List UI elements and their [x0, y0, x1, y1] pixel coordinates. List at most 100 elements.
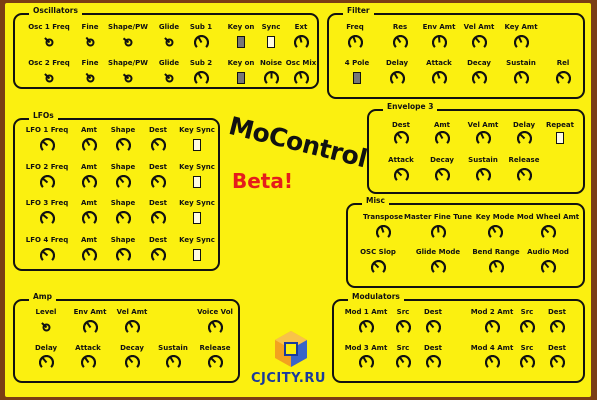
lfo1-dest-knob[interactable]: [150, 138, 166, 153]
filter-decay-3-knob[interactable]: [471, 71, 487, 86]
misc-transpose-0-label: Transpose: [362, 213, 404, 221]
amp-level-0-knob[interactable]: [39, 320, 54, 335]
filter-vel-amt-3-knob[interactable]: [471, 35, 487, 50]
osc-key-on-5-toggle[interactable]: [237, 72, 245, 84]
filter-res-1-knob[interactable]: [392, 35, 408, 50]
mod-mod-1-amt-0-label: Mod 1 Amt: [344, 308, 388, 316]
amp-release-4-knob[interactable]: [207, 355, 223, 370]
amp-vel-amt-2-knob[interactable]: [124, 320, 140, 335]
mod-dest-5-knob[interactable]: [549, 320, 565, 335]
mod-dest-5-knob[interactable]: [549, 355, 565, 370]
amp-env-amt-1-knob[interactable]: [82, 320, 98, 335]
osc-osc-mix-7-label: Osc Mix: [285, 59, 317, 67]
osc-glide-3-knob[interactable]: [162, 71, 177, 86]
env3-sustain-2-knob[interactable]: [475, 168, 491, 183]
lfo4-lfo-4-freq-knob[interactable]: [39, 247, 55, 263]
amp-delay-0-knob[interactable]: [38, 355, 54, 370]
lfo4-dest-knob[interactable]: [150, 247, 166, 263]
mod-mod-4-amt-3-knob[interactable]: [484, 355, 500, 370]
mod-src-1-knob[interactable]: [395, 320, 411, 335]
osc-glide-3-knob[interactable]: [162, 35, 177, 50]
osc-osc-mix-7-knob[interactable]: [293, 71, 309, 86]
osc-osc-2-freq-0-knob[interactable]: [42, 71, 57, 86]
lfo2-key-sync-toggle[interactable]: [193, 175, 201, 188]
env3-attack-0-knob[interactable]: [393, 168, 409, 183]
env3-amt-1-knob[interactable]: [434, 131, 450, 146]
env3-dest-0-knob[interactable]: [393, 131, 409, 146]
mod-dest-2-knob[interactable]: [425, 355, 441, 370]
misc-osc-slop-0-knob[interactable]: [370, 260, 386, 275]
amp-decay-2-knob[interactable]: [124, 355, 140, 370]
osc-key-on-5-toggle[interactable]: [237, 36, 245, 48]
osc-shape-pw-2-knob[interactable]: [121, 35, 136, 50]
osc-osc-1-freq-0-knob[interactable]: [42, 35, 57, 50]
lfo2-dest-knob[interactable]: [150, 174, 166, 190]
osc-fine-1-knob[interactable]: [83, 71, 98, 86]
osc-noise-6-knob[interactable]: [263, 71, 279, 86]
osc-sub-1-4-knob[interactable]: [193, 35, 209, 50]
lfo1-shape-knob[interactable]: [115, 138, 131, 153]
filter-env-amt-2-knob[interactable]: [431, 35, 447, 50]
lfo2-amt-knob[interactable]: [81, 174, 97, 190]
misc-transpose-0-knob[interactable]: [375, 225, 391, 240]
misc-glide-mode-1-knob[interactable]: [430, 260, 446, 275]
lfo2-lfo-2-freq-knob[interactable]: [39, 174, 55, 190]
osc-sync-6-toggle[interactable]: [267, 36, 275, 48]
lfo1-key-sync-toggle[interactable]: [193, 139, 201, 151]
lfo1-amt-knob[interactable]: [81, 138, 97, 153]
lfo4-shape-knob[interactable]: [115, 247, 131, 263]
lfo3-lfo-3-freq-knob[interactable]: [39, 211, 55, 226]
amp-env-amt-1-label: Env Amt: [73, 308, 107, 316]
misc-master-fine-tune-1-knob[interactable]: [430, 225, 446, 240]
lfo4-key-sync-toggle[interactable]: [193, 248, 201, 261]
lfo3-shape-knob[interactable]: [115, 211, 131, 226]
osc-glide-3-label: Glide: [158, 23, 180, 31]
osc-fine-1-knob[interactable]: [83, 35, 98, 50]
env3-decay-1-knob[interactable]: [434, 168, 450, 183]
lfo1-lfo-1-freq-knob[interactable]: [39, 138, 55, 153]
env3-repeat-4-toggle[interactable]: [556, 132, 564, 144]
amp-release-4-label: Release: [199, 344, 231, 352]
osc-osc-1-freq-0-label: Osc 1 Freq: [28, 23, 70, 31]
filter-rel-5-knob[interactable]: [555, 71, 571, 86]
lfo3-dest-knob[interactable]: [150, 211, 166, 226]
misc-audio-mod-3-knob[interactable]: [540, 260, 556, 275]
lfo3-key-sync-toggle[interactable]: [193, 212, 201, 224]
osc-ext-7-knob[interactable]: [293, 35, 309, 50]
mod-mod-2-amt-3-knob[interactable]: [484, 320, 500, 335]
mod-dest-2-knob[interactable]: [425, 320, 441, 335]
mod-dest-2-label: Dest: [423, 344, 443, 352]
filter-sustain-4-knob[interactable]: [513, 71, 529, 86]
misc-bend-range-2-knob[interactable]: [488, 260, 504, 275]
filter-attack-2-knob[interactable]: [431, 71, 447, 86]
lfo3-amt-knob[interactable]: [81, 211, 97, 226]
filter-freq-0-knob[interactable]: [347, 35, 363, 50]
env3-vel-amt-2-knob[interactable]: [475, 131, 491, 146]
env3-delay-3-knob[interactable]: [516, 131, 532, 146]
amp-sustain-3-knob[interactable]: [165, 355, 181, 370]
misc-mod-wheel-amt-3-knob[interactable]: [540, 225, 556, 240]
mocontrol-logo: MoControl: [226, 111, 373, 173]
mod-mod-3-amt-0-knob[interactable]: [358, 355, 374, 370]
env3-sustain-2-label: Sustain: [468, 156, 498, 164]
env3-release-3-knob[interactable]: [516, 168, 532, 183]
mod-src-4-knob[interactable]: [519, 355, 535, 370]
mod-mod-1-amt-0-knob[interactable]: [358, 320, 374, 335]
amp-attack-1-label: Attack: [75, 344, 101, 352]
osc-shape-pw-2-knob[interactable]: [121, 71, 136, 86]
lfos-title: LFOs: [29, 111, 58, 120]
misc-key-mode-2-knob[interactable]: [487, 225, 503, 240]
filter-delay-1-knob[interactable]: [389, 71, 405, 86]
filter-rel-5-label: Rel: [556, 59, 570, 67]
mod-src-1-knob[interactable]: [395, 355, 411, 370]
filter-4-pole-0-toggle[interactable]: [353, 72, 361, 84]
lfo2-shape-knob[interactable]: [115, 174, 131, 190]
osc-fine-1-label: Fine: [81, 23, 99, 31]
filter-key-amt-4-knob[interactable]: [513, 35, 529, 50]
amp-attack-1-knob[interactable]: [80, 355, 96, 370]
osc-shape-pw-2-label: Shape/PW: [108, 59, 148, 67]
mod-src-4-knob[interactable]: [519, 320, 535, 335]
lfo4-amt-knob[interactable]: [81, 247, 97, 263]
osc-sub-2-4-knob[interactable]: [193, 71, 209, 86]
amp-voice-vol-3-knob[interactable]: [207, 320, 223, 335]
